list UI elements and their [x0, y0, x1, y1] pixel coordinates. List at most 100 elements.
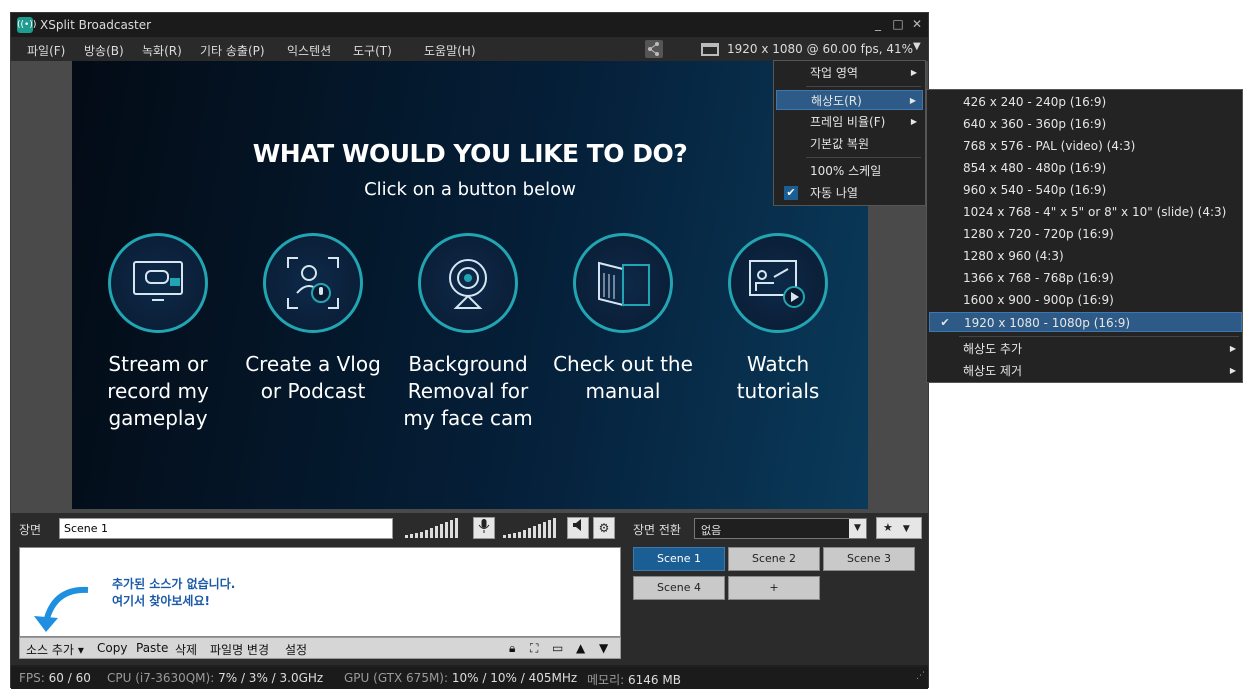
resolution-option[interactable]: 768 x 576 - PAL (video) (4:3) [929, 136, 1242, 156]
bottom-panel: 장면 Scene 1 ⚙ 장면 전환 없음 ▼ ★ ▼ 추가된 소스가 없습니다… [11, 513, 928, 665]
source-toolbar: 소스 추가 ▾ Copy Paste 삭제 파일명 변경 설정 🔒︎ ⛶ ▭ ▲… [19, 637, 621, 659]
maximize-button[interactable]: □ [891, 16, 905, 32]
option-vlog[interactable]: Create a Vlog or Podcast [238, 233, 388, 405]
scene-name-input[interactable]: Scene 1 [59, 518, 393, 539]
empty-sources-message: 추가된 소스가 없습니다. 여기서 찾아보세요! [112, 576, 235, 610]
divider [806, 157, 921, 158]
window-title: XSplit Broadcaster [40, 18, 152, 32]
menu-item-restore-default[interactable]: 기본값 복원 [776, 134, 923, 154]
preview-window-icon[interactable]: ▭ [552, 641, 563, 655]
scene-button-1[interactable]: Scene 1 [633, 547, 725, 571]
scene-label: 장면 [19, 523, 42, 537]
chevron-down-icon[interactable]: ▼ [913, 41, 921, 52]
resize-grip-icon[interactable]: ⋰ [916, 671, 925, 681]
menu-item-resolution[interactable]: 해상도(R) ▶ [776, 90, 923, 110]
monitor-icon [701, 43, 719, 56]
cpu-value: 7% / 3% / 3.0GHz [218, 671, 324, 685]
empty-message-line2: 여기서 찾아보세요! [112, 594, 210, 608]
option-background-removal[interactable]: Background Removal for my face cam [393, 233, 543, 432]
tutorial-video-icon [728, 233, 828, 333]
divider [806, 86, 921, 87]
resolution-option[interactable]: 960 x 540 - 540p (16:9) [929, 180, 1242, 200]
source-list[interactable]: 추가된 소스가 없습니다. 여기서 찾아보세요! [19, 547, 621, 637]
fit-screen-icon[interactable]: ⛶ [530, 641, 538, 656]
resolution-option[interactable]: 1366 x 768 - 768p (16:9) [929, 268, 1242, 288]
fps-value: 60 / 60 [48, 671, 91, 685]
transition-label: 장면 전환 [633, 523, 681, 537]
empty-message-line1: 추가된 소스가 없습니다. [112, 577, 236, 591]
minimize-button[interactable]: _ [871, 16, 885, 32]
copy-button[interactable]: Copy [97, 641, 127, 655]
paste-button[interactable]: Paste [136, 641, 168, 655]
resolution-option[interactable]: 854 x 480 - 480p (16:9) [929, 158, 1242, 178]
option-label: Check out the manual [553, 352, 693, 403]
menu-broadcast[interactable]: 방송(B) [84, 42, 124, 59]
lock-icon[interactable]: 🔒︎ [509, 641, 515, 656]
memory-value: 6146 MB [628, 673, 681, 687]
menu-extensions[interactable]: 익스텐션 [287, 42, 331, 59]
option-label: Stream or record my gameplay [107, 352, 209, 430]
scene-button-2[interactable]: Scene 2 [728, 547, 820, 571]
resolution-option[interactable]: 640 x 360 - 360p (16:9) [929, 114, 1242, 134]
menu-item-workspace[interactable]: 작업 영역 ▶ [776, 63, 923, 83]
menu-item-scale-100[interactable]: 100% 스케일 [776, 161, 923, 181]
speaker-volume-meter[interactable] [503, 518, 563, 538]
resolution-option[interactable]: 1600 x 900 - 900p (16:9) [929, 290, 1242, 310]
speaker-icon[interactable] [567, 517, 589, 539]
microphone-icon[interactable] [473, 517, 495, 539]
settings-button[interactable]: 설정 [285, 641, 307, 658]
scene-button-4[interactable]: Scene 4 [633, 576, 725, 600]
vlog-mic-icon [263, 233, 363, 333]
xsplit-logo-icon: ((•)) [17, 17, 36, 33]
menu-other-output[interactable]: 기타 송출(P) [200, 42, 265, 59]
resolution-option[interactable]: 1024 x 768 - 4" x 5" or 8" x 10" (slide)… [929, 202, 1242, 222]
resolution-submenu: 426 x 240 - 240p (16:9) 640 x 360 - 360p… [926, 89, 1243, 383]
webcam-icon [418, 233, 518, 333]
resolution-option-selected[interactable]: ✔ 1920 x 1080 - 1080p (16:9) [929, 312, 1242, 332]
menu-item-remove-resolution[interactable]: 해상도 제거 ▶ [929, 361, 1242, 381]
transition-select[interactable]: 없음 ▼ [694, 518, 867, 539]
resolution-option[interactable]: 1280 x 720 - 720p (16:9) [929, 224, 1242, 244]
gpu-label: GPU (GTX 675M): [344, 671, 449, 685]
menu-record[interactable]: 녹화(R) [142, 42, 182, 59]
divider [959, 336, 1239, 337]
menu-tools[interactable]: 도구(T) [353, 42, 392, 59]
menu-bar: 파일(F) 방송(B) 녹화(R) 기타 송출(P) 익스텐션 도구(T) 도움… [11, 37, 928, 61]
resolution-readout[interactable]: 1920 x 1080 @ 60.00 fps, 41% [727, 42, 913, 56]
resolution-option[interactable]: 426 x 240 - 240p (16:9) [929, 92, 1242, 112]
move-up-icon[interactable]: ▲ [576, 641, 585, 655]
rename-button[interactable]: 파일명 변경 [210, 641, 269, 658]
preview-canvas: WHAT WOULD YOU LIKE TO DO? Click on a bu… [72, 61, 868, 509]
chevron-down-icon[interactable]: ▼ [849, 519, 866, 538]
menu-help[interactable]: 도움말(H) [424, 42, 476, 59]
option-tutorials[interactable]: Watch tutorials [703, 233, 853, 405]
menu-item-add-resolution[interactable]: 해상도 추가 ▶ [929, 339, 1242, 359]
scene-button-3[interactable]: Scene 3 [823, 547, 915, 571]
close-button[interactable]: ✕ [910, 16, 924, 32]
delete-button[interactable]: 삭제 [175, 641, 197, 658]
resolution-option[interactable]: 1280 x 960 (4:3) [929, 246, 1242, 266]
mic-volume-meter[interactable] [405, 518, 465, 538]
menu-item-auto-arrange[interactable]: ✔ 자동 나열 [776, 183, 923, 203]
canvas-heading: WHAT WOULD YOU LIKE TO DO? [252, 139, 688, 168]
menu-item-frame-rate[interactable]: 프레임 비율(F) ▶ [776, 112, 923, 132]
cpu-label: CPU (i7-3630QM): [107, 671, 215, 685]
option-manual[interactable]: Check out the manual [548, 233, 698, 405]
gear-icon[interactable]: ⚙ [593, 517, 615, 539]
checkmark-icon: ✔ [940, 316, 950, 329]
gpu-value: 10% / 10% / 405MHz [451, 671, 578, 685]
option-label: Watch tutorials [736, 352, 820, 403]
memory-label: 메모리: [587, 673, 625, 687]
canvas-subheading: Click on a button below [364, 179, 576, 200]
preview-context-menu: 작업 영역 ▶ 해상도(R) ▶ 프레임 비율(F) ▶ 기본값 복원 100% 스케… [773, 60, 926, 206]
move-down-icon[interactable]: ▼ [599, 641, 608, 655]
option-gameplay[interactable]: Stream or record my gameplay [83, 233, 233, 432]
gamepad-monitor-icon [108, 233, 208, 333]
share-icon[interactable] [645, 40, 663, 58]
favorite-transition-button[interactable]: ★ ▼ [876, 517, 922, 539]
transition-value: 없음 [701, 524, 722, 537]
chevron-right-icon: ▶ [909, 96, 916, 105]
add-source-button[interactable]: 소스 추가 ▾ [26, 641, 84, 658]
menu-file[interactable]: 파일(F) [27, 42, 65, 59]
add-scene-button[interactable]: + [728, 576, 820, 600]
